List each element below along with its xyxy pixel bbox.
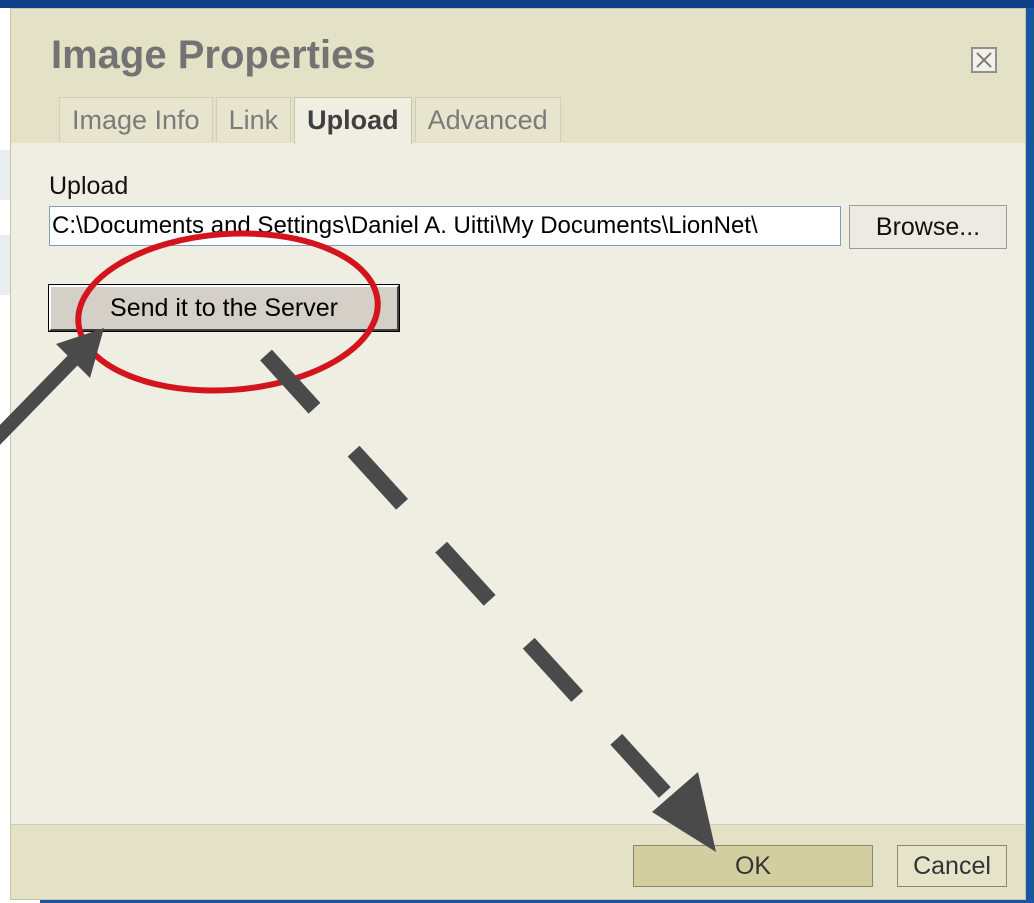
tab-bar: Image Info Link Upload Advanced [59, 97, 564, 144]
dialog-footer: OK Cancel [11, 824, 1025, 899]
dialog-header: Image Properties Image Info Link Upload … [11, 9, 1025, 144]
ok-button[interactable]: OK [633, 845, 873, 887]
tab-upload[interactable]: Upload [294, 97, 412, 144]
tab-link[interactable]: Link [215, 97, 292, 142]
send-to-server-button[interactable]: Send it to the Server [48, 284, 400, 332]
window-frame-top [0, 0, 1034, 8]
cancel-button[interactable]: Cancel [897, 845, 1007, 887]
dialog-title: Image Properties [51, 33, 376, 77]
tab-advanced[interactable]: Advanced [414, 97, 561, 142]
upload-label: Upload [49, 172, 129, 200]
close-icon[interactable] [971, 47, 997, 73]
browse-button[interactable]: Browse... [849, 205, 1007, 249]
image-properties-dialog: Image Properties Image Info Link Upload … [10, 8, 1026, 900]
upload-path-input[interactable] [49, 206, 841, 246]
tab-image-info[interactable]: Image Info [59, 97, 213, 142]
